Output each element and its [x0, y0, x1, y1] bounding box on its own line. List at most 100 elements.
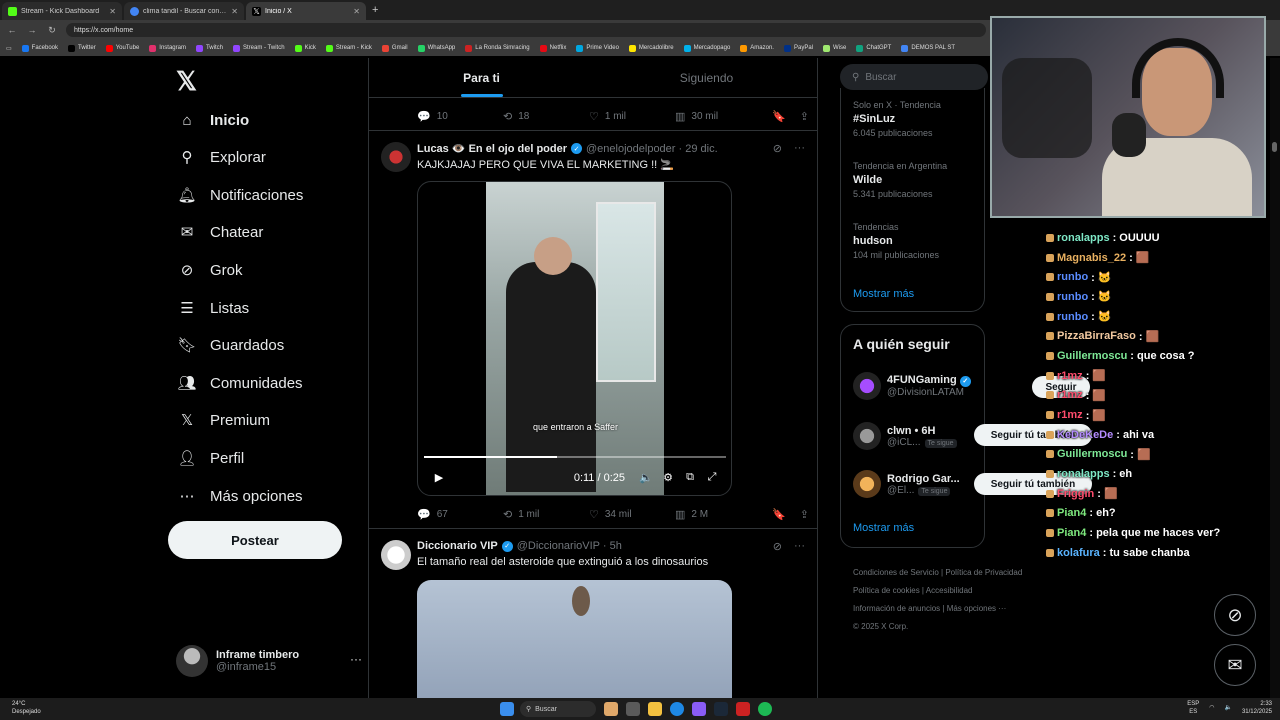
messages-fab-button[interactable]: ✉ [1214, 644, 1256, 686]
like-button[interactable]: ♡ 1 mil [589, 110, 675, 123]
nav-item-chatear[interactable]: ✉ Chatear [178, 220, 264, 244]
bookmark-item[interactable]: Amazon. [740, 44, 774, 52]
tab-x-home[interactable]: 𝕏 Inicio / X ✕ [246, 2, 366, 20]
bookmark-item[interactable]: YouTube [105, 44, 139, 52]
grok-icon[interactable]: ⊘ [773, 142, 782, 155]
forward-icon[interactable]: → [26, 25, 38, 35]
video-player[interactable]: que entraron a Saffer ▶ 0:11 / 0:25 🔈 ⚙ … [417, 181, 732, 496]
chat-username[interactable]: r1mz [1057, 370, 1083, 382]
clock-time[interactable]: 2:33 [1242, 700, 1272, 708]
more-icon[interactable]: ··· [794, 142, 805, 155]
repost-button[interactable]: ⟲ 1 mil [503, 508, 589, 521]
app-icon[interactable] [736, 702, 750, 716]
volume-icon[interactable]: 🔈 [635, 471, 657, 484]
edge-icon[interactable] [670, 702, 684, 716]
file-explorer-icon[interactable] [648, 702, 662, 716]
task-view-icon[interactable] [626, 702, 640, 716]
bookmark-item[interactable]: La Ronda Simracing [465, 44, 530, 52]
tab-para-ti[interactable]: Para ti [369, 58, 594, 97]
chat-username[interactable]: r1mz [1057, 389, 1083, 401]
wifi-icon[interactable]: ◠ [1209, 704, 1214, 712]
tab-google-search[interactable]: clima tandil - Buscar con Google ✕ [124, 2, 244, 20]
show-more-suggestions-link[interactable]: Mostrar más [853, 522, 914, 534]
chat-username[interactable]: PizzaBirraFaso [1057, 330, 1136, 342]
reply-button[interactable]: 💬 10 [417, 110, 503, 123]
scrollbar-thumb[interactable] [1272, 142, 1277, 152]
chat-username[interactable]: Guillermoscu [1057, 350, 1127, 362]
video-progress-bar[interactable] [424, 456, 726, 458]
post-button[interactable]: Postear [168, 521, 342, 559]
chat-username[interactable]: runbo [1057, 311, 1088, 323]
bookmark-item[interactable]: Mercadolibre [628, 44, 674, 52]
repost-button[interactable]: ⟲ 18 [503, 110, 589, 123]
bookmark-icon[interactable]: 🔖 [772, 110, 786, 123]
scrollbar[interactable] [1270, 58, 1280, 698]
chat-username[interactable]: Pian4 [1057, 507, 1086, 519]
app-icon[interactable] [604, 702, 618, 716]
bookmark-item[interactable]: Netflix [539, 44, 566, 52]
nav-item-premium[interactable]: 𝕏 Premium [178, 408, 270, 432]
bookmark-item[interactable]: Gmail [381, 44, 408, 52]
avatar[interactable] [381, 142, 411, 172]
more-icon[interactable]: ··· [794, 540, 805, 553]
bookmark-item[interactable]: Stream - Kick [325, 44, 372, 52]
grok-icon[interactable]: ⊘ [773, 540, 782, 553]
tab-siguiendo[interactable]: Siguiendo [594, 58, 817, 97]
reply-button[interactable]: 💬 67 [417, 508, 503, 521]
bookmark-item[interactable]: Stream - Twitch [232, 44, 285, 52]
footer-line[interactable]: Condiciones de Servicio | Política de Pr… [853, 564, 1073, 582]
language-indicator[interactable]: ESP [1187, 700, 1199, 708]
reload-icon[interactable]: ↻ [46, 25, 58, 36]
chat-username[interactable]: Friggin [1057, 488, 1094, 500]
tweet-image[interactable] [417, 580, 732, 698]
settings-icon[interactable]: ⚙ [657, 471, 679, 484]
clock-date[interactable]: 31/12/2025 [1242, 708, 1272, 716]
x-logo-icon[interactable]: 𝕏 [176, 66, 197, 97]
nav-item-guardados[interactable]: 🔖︎ Guardados [177, 333, 284, 357]
chat-username[interactable]: r1mz [1057, 409, 1083, 421]
grok-fab-button[interactable]: ⊘ [1214, 594, 1256, 636]
nav-item-mas-opciones[interactable]: ⋯ Más opciones [178, 484, 303, 508]
bookmark-item[interactable]: Mercadopago [683, 44, 730, 52]
show-more-trends-link[interactable]: Mostrar más [853, 288, 914, 300]
chat-username[interactable]: Magnabis_22 [1057, 252, 1126, 264]
weather-widget[interactable]: 24°C Despejado [12, 700, 41, 716]
chat-username[interactable]: KeDeKeDe [1057, 429, 1113, 441]
bookmark-folder-icon[interactable]: ▭ [6, 45, 12, 52]
address-bar[interactable]: https://x.com/home [66, 23, 986, 37]
windows-start-icon[interactable] [500, 702, 514, 716]
trend-item[interactable]: Solo en X · Tendencia #SinLuz 6.045 publ… [853, 100, 941, 138]
chat-username[interactable]: runbo [1057, 291, 1088, 303]
share-icon[interactable]: ⇪ [800, 110, 809, 123]
tab-kick-dashboard[interactable]: Stream - Kick Dashboard ✕ [2, 2, 122, 20]
bookmark-item[interactable]: DEMOS PAL ST [901, 44, 955, 52]
pip-icon[interactable]: ⧉ [679, 471, 701, 484]
author-name[interactable]: Diccionario VIP [417, 540, 498, 552]
bookmark-item[interactable]: Twitter [68, 44, 96, 52]
close-icon[interactable]: ✕ [231, 7, 238, 16]
author-handle[interactable]: @DiccionarioVIP · 5h [517, 540, 622, 552]
bookmark-item[interactable]: Twitch [195, 44, 223, 52]
views-button[interactable]: ▥ 2 M [675, 508, 761, 521]
trend-item[interactable]: Tendencias hudson 104 mil publicaciones [853, 222, 939, 260]
close-icon[interactable]: ✕ [353, 7, 360, 16]
nav-item-inicio[interactable]: ⌂ Inicio [178, 108, 249, 132]
footer-line[interactable]: Política de cookies | Accesibilidad [853, 582, 1073, 600]
avatar[interactable] [381, 540, 411, 570]
new-tab-button[interactable]: + [372, 4, 378, 16]
bookmark-item[interactable]: Kick [294, 44, 316, 52]
nav-item-explorar[interactable]: ⚲ Explorar [178, 145, 266, 169]
chat-username[interactable]: Pian4 [1057, 527, 1086, 539]
bookmark-item[interactable]: PayPal [783, 44, 813, 52]
bookmark-item[interactable]: Prime Video [576, 44, 619, 52]
chat-username[interactable]: ronalapps [1057, 232, 1110, 244]
close-icon[interactable]: ✕ [109, 7, 116, 16]
app-icon[interactable] [692, 702, 706, 716]
bookmark-item[interactable]: ChatGPT [856, 44, 891, 52]
trend-item[interactable]: Tendencia en Argentina Wilde 5.341 publi… [853, 161, 947, 199]
footer-line[interactable]: Información de anuncios | Más opciones ·… [853, 600, 1073, 618]
steam-icon[interactable] [714, 702, 728, 716]
share-icon[interactable]: ⇪ [800, 508, 809, 521]
volume-icon[interactable]: 🔈 [1224, 704, 1231, 712]
like-button[interactable]: ♡ 34 mil [589, 508, 675, 521]
